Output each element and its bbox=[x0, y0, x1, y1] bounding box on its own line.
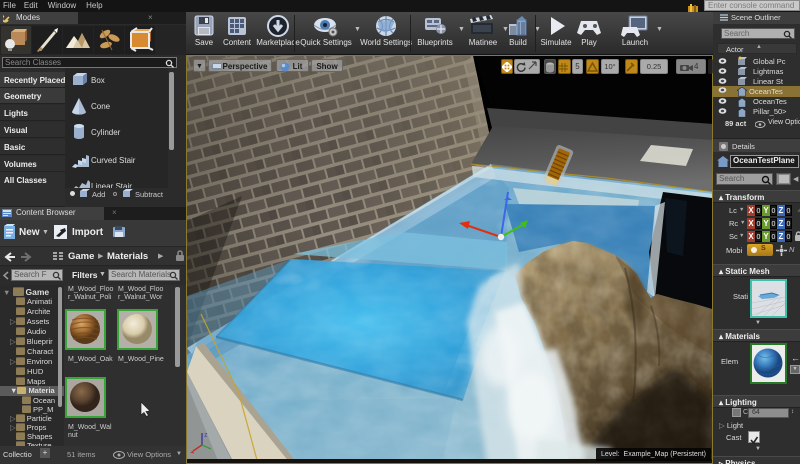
svg-text:z: z bbox=[204, 432, 208, 439]
